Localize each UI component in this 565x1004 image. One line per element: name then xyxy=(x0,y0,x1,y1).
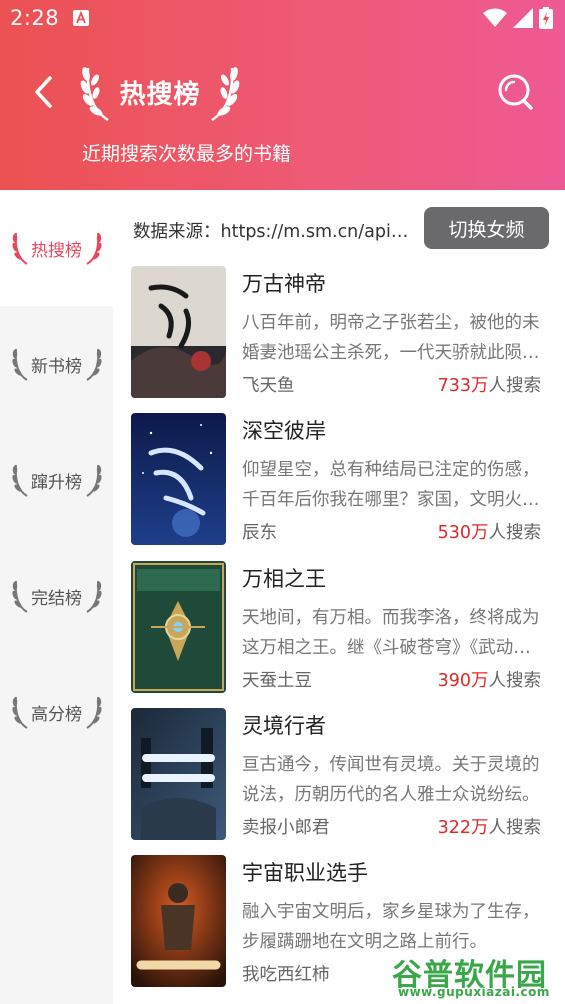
book-title: 万相之王 xyxy=(242,567,326,591)
laurel-icon xyxy=(85,232,102,265)
book-author: 我吃西红柿 xyxy=(242,965,330,985)
sidebar-badge: 蹿升榜 xyxy=(9,460,105,500)
book-author: 天蚕土豆 xyxy=(242,671,312,691)
search-count-suffix: 人搜索 xyxy=(488,523,542,543)
search-count: 530万人搜索 xyxy=(438,519,541,544)
sidebar-item-label: 热搜榜 xyxy=(31,240,82,261)
search-count-number: 530万 xyxy=(437,523,489,543)
book-cover xyxy=(131,413,226,545)
book-list-panel: 数据来源：https://m.sm.cn/api/rest?format=htm… xyxy=(113,190,565,1004)
laurel-icon xyxy=(85,464,102,497)
sidebar-item-high-score[interactable]: 高分榜 xyxy=(0,654,113,770)
sidebar-item-label: 完结榜 xyxy=(31,588,82,609)
book-cover xyxy=(131,561,226,693)
ranking-sidebar: 热搜榜 新书榜 蹿升榜 完结榜 高分榜 xyxy=(0,190,113,1004)
header: 2:28 热搜榜 近期搜索次数最多的书籍 xyxy=(0,0,565,190)
book-author: 辰东 xyxy=(242,523,277,543)
book-item[interactable]: 灵境行者 亘古通今，传闻世有灵境。关于灵境的说法，历朝历代的名人雅士众说纷纭。 … xyxy=(131,708,551,842)
book-author: 卖报小郎君 xyxy=(242,818,330,838)
book-title: 宇宙职业选手 xyxy=(242,861,368,885)
search-count-suffix: 人搜索 xyxy=(488,376,542,396)
data-source-text: 数据来源：https://m.sm.cn/api/rest?format=htm… xyxy=(133,222,413,242)
status-bar: 2:28 xyxy=(0,0,565,36)
book-cover xyxy=(131,855,226,987)
book-description: 亘古通今，传闻世有灵境。关于灵境的说法，历朝历代的名人雅士众说纷纭。 xyxy=(242,755,540,805)
wifi-icon xyxy=(483,8,507,27)
laurel-icon xyxy=(85,696,102,729)
site-watermark: 谷普软件园 www.gupuxiazai.com xyxy=(392,950,562,1004)
status-time: 2:28 xyxy=(10,6,60,30)
sidebar-item-completed[interactable]: 完结榜 xyxy=(0,538,113,654)
book-item[interactable]: 深空彼岸 仰望星空，总有种结局已注定的伤感，千百年后你我在哪里？家国，文明火光，… xyxy=(131,413,551,547)
signal-icon xyxy=(513,8,533,28)
book-title: 灵境行者 xyxy=(242,714,326,738)
search-count: 322万人搜索 xyxy=(438,814,541,839)
notification-a-icon xyxy=(73,10,89,26)
laurel-icon xyxy=(11,348,28,381)
search-count-number: 733万 xyxy=(437,376,489,396)
sidebar-badge: 高分榜 xyxy=(9,692,105,732)
sidebar-item-label: 高分榜 xyxy=(31,704,82,725)
sidebar-item-rising[interactable]: 蹿升榜 xyxy=(0,422,113,538)
laurel-icon xyxy=(11,464,28,497)
search-count-number: 390万 xyxy=(437,671,489,691)
sidebar-badge: 完结榜 xyxy=(9,576,105,616)
laurel-icon xyxy=(85,580,102,613)
book-description: 八百年前，明帝之子张若尘，被他的未婚妻池瑶公主杀死，一代天骄就此陨落。 xyxy=(242,313,540,363)
book-description: 融入宇宙文明后，家乡星球为了生存，步履蹒跚地在文明之路上前行。 xyxy=(242,902,540,952)
book-description: 天地间，有万相。而我李洛，终将成为这万相之王。继《斗破苍穹》《武动乾坤》之后。 xyxy=(242,608,540,658)
laurel-icon xyxy=(11,232,28,265)
back-icon[interactable] xyxy=(30,74,58,110)
sidebar-item-hot-search[interactable]: 热搜榜 xyxy=(0,190,113,306)
book-cover xyxy=(131,266,226,398)
watermark-url: www.gupuxiazai.com xyxy=(398,985,550,999)
book-item[interactable]: 万相之王 天地间，有万相。而我李洛，终将成为这万相之王。继《斗破苍穹》《武动乾坤… xyxy=(131,561,551,695)
laurel-icon xyxy=(85,348,102,381)
battery-icon xyxy=(539,7,553,29)
page-subtitle: 近期搜索次数最多的书籍 xyxy=(82,143,292,165)
sidebar-item-new-books[interactable]: 新书榜 xyxy=(0,306,113,422)
book-author: 飞天鱼 xyxy=(242,376,295,396)
book-title: 万古神帝 xyxy=(242,272,326,296)
switch-female-channel-button[interactable]: 切换女频 xyxy=(424,207,549,249)
laurel-right-icon xyxy=(211,67,240,122)
book-description: 仰望星空，总有种结局已注定的伤感，千百年后你我在哪里？家国，文明火光，地球，都在… xyxy=(242,460,540,510)
laurel-icon xyxy=(11,580,28,613)
sidebar-item-label: 蹿升榜 xyxy=(31,472,82,493)
sidebar-badge: 新书榜 xyxy=(9,344,105,384)
book-title: 深空彼岸 xyxy=(242,419,326,443)
status-icons xyxy=(483,7,553,29)
book-cover xyxy=(131,708,226,840)
title-badge: 热搜榜 xyxy=(80,60,240,124)
search-count-suffix: 人搜索 xyxy=(488,818,542,838)
sidebar-item-label: 新书榜 xyxy=(31,356,82,377)
search-count: 733万人搜索 xyxy=(438,372,541,397)
search-count: 390万人搜索 xyxy=(438,667,541,692)
sidebar-badge: 热搜榜 xyxy=(9,228,105,268)
book-item[interactable]: 万古神帝 八百年前，明帝之子张若尘，被他的未婚妻池瑶公主杀死，一代天骄就此陨落。… xyxy=(131,266,551,400)
search-count-number: 322万 xyxy=(437,818,489,838)
search-icon[interactable] xyxy=(496,72,534,112)
search-count-suffix: 人搜索 xyxy=(488,671,542,691)
laurel-icon xyxy=(11,696,28,729)
